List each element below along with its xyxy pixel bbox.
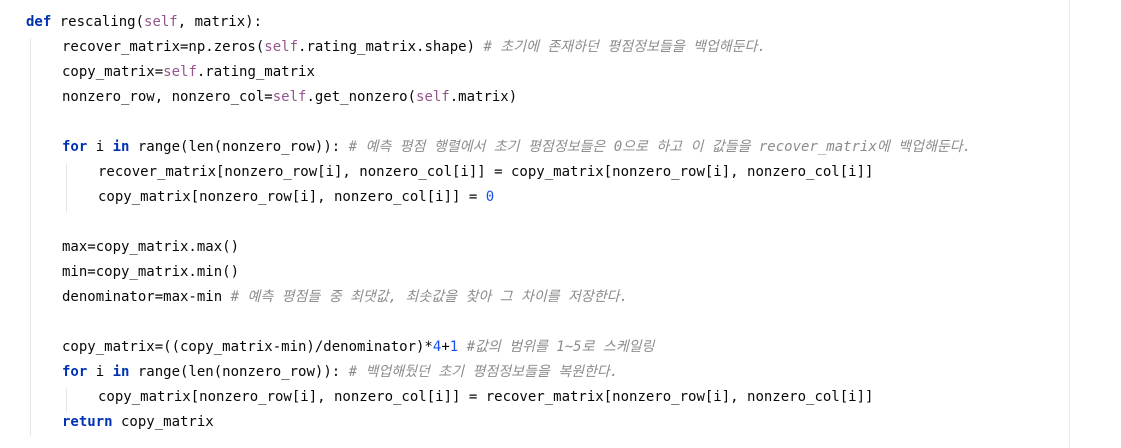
code-token: self <box>416 89 450 105</box>
code-token: return <box>62 414 113 430</box>
code-token: 0 <box>485 189 495 205</box>
code-token: , matrix): <box>177 14 263 30</box>
code-line[interactable]: copy_matrix=self.rating_matrix <box>62 60 315 85</box>
code-token: copy_matrix= <box>62 64 164 80</box>
code-token: self <box>264 39 299 55</box>
code-token: range(len(nonzero_row)): <box>129 139 349 155</box>
code-comment: # 예측 평점들 중 최댓값, 최솟값을 찾아 그 차이를 저장한다. <box>230 289 628 305</box>
code-token: .get_nonzero( <box>306 89 417 105</box>
code-token: .matrix) <box>449 89 518 105</box>
code-token: for <box>62 139 88 155</box>
code-line[interactable]: for i in range(len(nonzero_row)): # 예측 평… <box>62 135 971 160</box>
indent-guide <box>66 163 67 213</box>
code-line[interactable]: denominator=max-min # 예측 평점들 중 최댓값, 최솟값을… <box>62 285 628 310</box>
code-token: .rating_matrix <box>196 64 315 80</box>
code-token: rescaling( <box>51 14 145 30</box>
code-line[interactable]: recover_matrix=np.zeros(self.rating_matr… <box>62 35 766 60</box>
indent-guide <box>30 38 31 436</box>
code-line[interactable]: min=copy_matrix.min() <box>62 260 239 285</box>
code-token: denominator=max-min <box>62 289 231 305</box>
code-line[interactable]: def rescaling(self, matrix): <box>26 10 262 35</box>
code-line[interactable]: copy_matrix=((copy_matrix-min)/denominat… <box>62 335 654 360</box>
code-token: in <box>112 364 130 380</box>
right-margin-guide <box>1069 0 1070 448</box>
code-comment: # 백업해뒀던 초기 평점정보들을 복원한다. <box>348 364 619 380</box>
code-token: recover_matrix[nonzero_row[i], nonzero_c… <box>98 164 874 180</box>
code-token: i <box>87 139 113 155</box>
code-editor[interactable]: def rescaling(self, matrix): recover_matr… <box>0 0 1121 448</box>
code-comment: # 예측 평점 행렬에서 초기 평점정보들은 0으로 하고 이 값들을 reco… <box>348 139 972 155</box>
code-token: max=copy_matrix.max() <box>62 239 240 255</box>
code-token: self <box>144 14 178 30</box>
code-line[interactable]: max=copy_matrix.max() <box>62 235 239 260</box>
code-token: range(len(nonzero_row)): <box>129 364 349 380</box>
code-token: nonzero_row, nonzero_col= <box>62 89 273 105</box>
code-line[interactable]: copy_matrix[nonzero_row[i], nonzero_col[… <box>98 385 873 410</box>
code-line[interactable]: recover_matrix[nonzero_row[i], nonzero_c… <box>98 160 873 185</box>
code-token: self <box>272 89 307 105</box>
code-comment: # 초기에 존재하던 평점정보들을 백업해둔다. <box>483 39 766 55</box>
code-token: in <box>112 139 130 155</box>
code-token: .rating_matrix.shape) <box>298 39 484 55</box>
code-line[interactable]: return copy_matrix <box>62 410 214 435</box>
code-line[interactable]: for i in range(len(nonzero_row)): # 백업해뒀… <box>62 360 618 385</box>
code-line[interactable]: nonzero_row, nonzero_col=self.get_nonzer… <box>62 85 517 110</box>
code-token: self <box>163 64 197 80</box>
code-token: def <box>26 14 52 30</box>
code-line[interactable]: copy_matrix[nonzero_row[i], nonzero_col[… <box>98 185 494 210</box>
code-token: copy_matrix=((copy_matrix-min)/denominat… <box>62 339 433 355</box>
code-token: copy_matrix <box>112 414 214 430</box>
code-token: + <box>441 339 450 355</box>
code-token: recover_matrix=np.zeros( <box>62 39 265 55</box>
code-token: min=copy_matrix.min() <box>62 264 240 280</box>
code-comment: #값의 범위를 1~5로 스케일링 <box>466 339 655 355</box>
code-token: 1 <box>449 339 459 355</box>
code-token: i <box>87 364 113 380</box>
code-token: copy_matrix[nonzero_row[i], nonzero_col[… <box>98 389 874 405</box>
code-token: for <box>62 364 88 380</box>
code-token: copy_matrix[nonzero_row[i], nonzero_col[… <box>98 189 486 205</box>
